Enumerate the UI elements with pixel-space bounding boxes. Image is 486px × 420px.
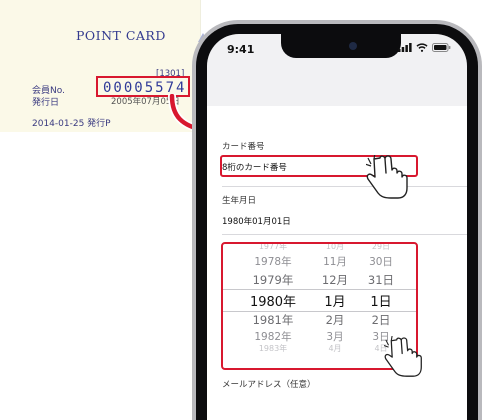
picker-day: 2日 xyxy=(371,313,391,327)
picker-year: 1982年 xyxy=(254,331,292,343)
camera-icon xyxy=(349,42,357,50)
picker-month: 10月 xyxy=(325,242,345,251)
hand-pointer-icon xyxy=(366,155,408,199)
email-label: メールアドレス（任意） xyxy=(222,380,316,390)
status-icons xyxy=(398,43,451,52)
divider xyxy=(222,234,467,235)
picker-day: 30日 xyxy=(369,256,393,268)
picker-day: 29日 xyxy=(371,242,391,251)
picker-month: 2月 xyxy=(325,313,345,327)
card-number-label: カード番号 xyxy=(222,142,265,152)
birthdate-label: 生年月日 xyxy=(222,196,257,206)
picker-month: 12月 xyxy=(321,273,349,287)
notch xyxy=(281,34,401,58)
picker-row[interactable]: 1978年 11月 30日 xyxy=(223,254,416,272)
birthdate-field[interactable]: 1980年01月01日 xyxy=(222,215,291,227)
picker-year: 1983年 xyxy=(258,344,288,353)
picker-row[interactable]: 1979年 12月 31日 xyxy=(223,272,416,290)
picker-year: 1979年 xyxy=(252,273,294,287)
wifi-icon xyxy=(416,43,428,52)
issue-date-label: 発行日 xyxy=(32,98,60,108)
picker-day: 1日 xyxy=(370,295,392,310)
divider xyxy=(222,186,467,187)
registration-form: カード番号 8桁のカード番号 生年月日 1980年01月01日 1977年 10月… xyxy=(207,106,467,420)
picker-month: 4月 xyxy=(328,344,342,353)
picker-year: 1981年 xyxy=(252,313,294,327)
picker-month: 1月 xyxy=(324,295,346,310)
picker-month: 11月 xyxy=(323,256,347,268)
phone-frame: 9:41 カード番号 8桁のカード番号 生年月日 1980年01月01日 197… xyxy=(192,20,482,420)
picker-row-selected[interactable]: 1980年 1月 1日 xyxy=(223,291,416,310)
phone-screen: 9:41 カード番号 8桁のカード番号 生年月日 1980年01月01日 197… xyxy=(207,34,467,420)
battery-icon xyxy=(432,43,451,52)
picker-year: 1977年 xyxy=(258,242,288,251)
picker-month: 3月 xyxy=(326,331,344,343)
picker-row[interactable]: 1981年 2月 2日 xyxy=(223,312,416,330)
phone-bezel: 9:41 カード番号 8桁のカード番号 生年月日 1980年01月01日 197… xyxy=(196,24,478,420)
card-footer: 2014-01-25 発行P xyxy=(32,119,111,129)
status-time: 9:41 xyxy=(227,43,255,56)
card-title: POINT CARD xyxy=(76,28,166,43)
hand-pointer-icon xyxy=(384,336,422,377)
picker-year: 1980年 xyxy=(249,295,297,310)
picker-year: 1978年 xyxy=(254,256,292,268)
signal-icon xyxy=(398,43,412,52)
picker-day: 31日 xyxy=(367,273,395,287)
